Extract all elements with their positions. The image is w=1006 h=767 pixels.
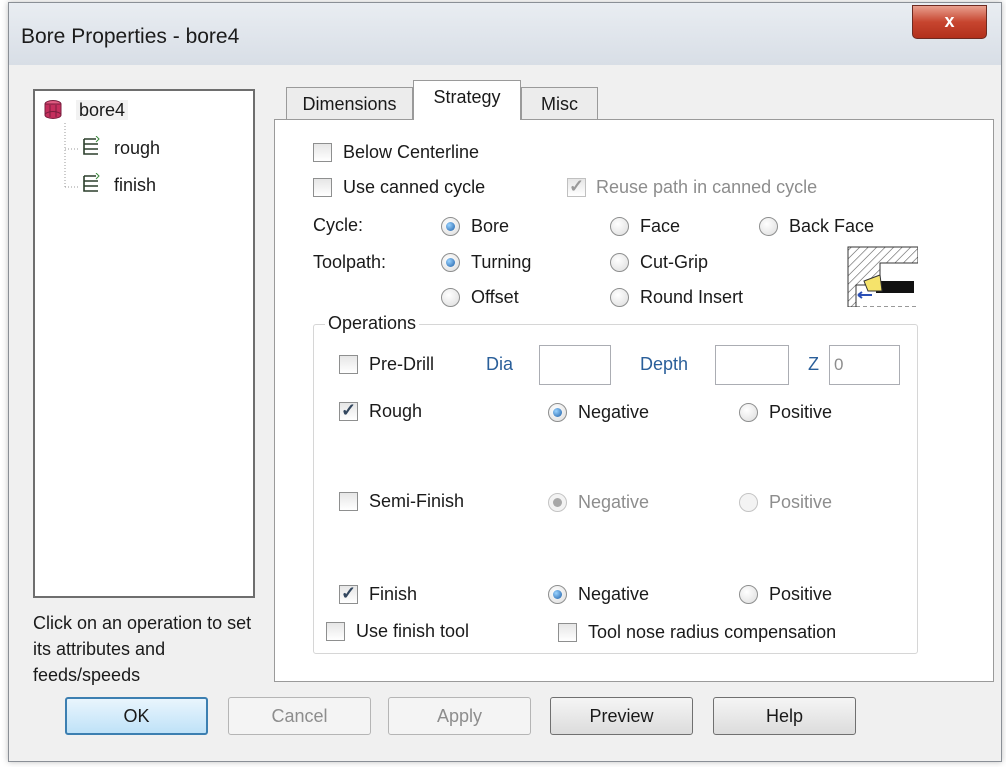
tool-nose-radius-label: Tool nose radius compensation (588, 622, 837, 642)
cycle-bore-radio[interactable] (441, 217, 460, 236)
window-title: Bore Properties - bore4 (21, 25, 240, 48)
toolpath-round-insert-radio[interactable] (610, 288, 629, 307)
cancel-button[interactable]: Cancel (228, 697, 371, 735)
reuse-path-checkbox[interactable] (567, 176, 586, 197)
apply-button[interactable]: Apply (388, 697, 531, 735)
preview-button[interactable]: Preview (550, 697, 693, 735)
cycle-face-radio[interactable] (610, 217, 629, 236)
dia-input[interactable] (539, 345, 611, 385)
tree-item-label: finish (114, 175, 157, 195)
semi-finish-negative-label: Negative (578, 492, 650, 512)
rough-label: Rough (369, 401, 423, 421)
below-centerline-checkbox[interactable] (313, 143, 332, 162)
operations-group-title: Operations (325, 313, 420, 334)
rough-negative-label: Negative (578, 402, 650, 422)
rough-negative-radio[interactable] (548, 403, 567, 422)
close-button[interactable]: x (912, 5, 987, 39)
use-finish-tool-checkbox[interactable] (326, 622, 345, 641)
use-finish-tool-label: Use finish tool (356, 621, 470, 641)
cycle-face-label: Face (640, 216, 681, 236)
cycle-bore-label: Bore (471, 216, 510, 236)
finish-negative-radio[interactable] (548, 585, 567, 604)
cycle-back-face-radio[interactable] (759, 217, 778, 236)
depth-input[interactable] (715, 345, 789, 385)
tree-item-finish[interactable]: finish (81, 172, 157, 196)
finish-checkbox[interactable] (339, 583, 358, 604)
title-bar[interactable]: Bore Properties - bore4 x (9, 3, 1001, 65)
toolpath-offset-radio[interactable] (441, 288, 460, 307)
z-label: Z (808, 354, 819, 374)
use-canned-cycle-label: Use canned cycle (343, 177, 486, 197)
finish-positive-radio[interactable] (739, 585, 758, 604)
cycle-back-face-label: Back Face (789, 216, 875, 236)
ok-button[interactable]: OK (65, 697, 208, 735)
rough-checkbox[interactable] (339, 400, 358, 421)
reuse-path-label: Reuse path in canned cycle (596, 177, 818, 197)
rough-positive-radio[interactable] (739, 403, 758, 422)
toolpath-turning-label: Turning (471, 252, 532, 272)
semi-finish-positive-label: Positive (769, 492, 833, 512)
finish-positive-label: Positive (769, 584, 833, 604)
semi-finish-label: Semi-Finish (369, 491, 465, 511)
tree-item-label: bore4 (76, 100, 129, 120)
tree-hint-text: Click on an operation to set its attribu… (33, 613, 252, 685)
toolpath-cut-grip-label: Cut-Grip (640, 252, 709, 272)
cycle-label: Cycle: (313, 215, 364, 235)
below-centerline-label: Below Centerline (343, 142, 480, 162)
tool-nose-radius-checkbox[interactable] (558, 623, 577, 642)
tree-item-label: rough (114, 138, 161, 158)
close-icon: x (944, 11, 955, 31)
operation-icon (83, 135, 100, 155)
toolpath-cut-grip-radio[interactable] (610, 253, 629, 272)
toolpath-offset-label: Offset (471, 287, 519, 307)
semi-finish-positive-radio[interactable] (739, 493, 758, 512)
depth-label: Depth (640, 354, 689, 374)
help-button[interactable]: Help (713, 697, 856, 735)
use-canned-cycle-checkbox[interactable] (313, 178, 332, 197)
toolpath-turning-radio[interactable] (441, 253, 460, 272)
bore-icon (44, 100, 62, 119)
tab-misc[interactable]: Misc (521, 87, 598, 120)
finish-label: Finish (369, 584, 418, 604)
tab-dimensions[interactable]: Dimensions (286, 87, 413, 120)
z-input[interactable] (829, 345, 900, 385)
boring-tool-preview-icon (847, 246, 918, 307)
semi-finish-checkbox[interactable] (339, 492, 358, 511)
toolpath-round-insert-label: Round Insert (640, 287, 744, 307)
operation-icon (83, 172, 100, 192)
operation-tree[interactable]: bore4 rough finish (33, 89, 255, 598)
dia-label: Dia (486, 354, 514, 374)
tree-item-bore4[interactable]: bore4 (43, 99, 129, 121)
rough-positive-label: Positive (769, 402, 833, 422)
semi-finish-negative-radio[interactable] (548, 493, 567, 512)
tree-item-rough[interactable]: rough (81, 135, 161, 159)
finish-negative-label: Negative (578, 584, 650, 604)
pre-drill-checkbox[interactable] (339, 355, 358, 374)
pre-drill-label: Pre-Drill (369, 354, 434, 374)
tab-strategy[interactable]: Strategy (413, 80, 521, 120)
toolpath-label: Toolpath: (313, 252, 387, 272)
